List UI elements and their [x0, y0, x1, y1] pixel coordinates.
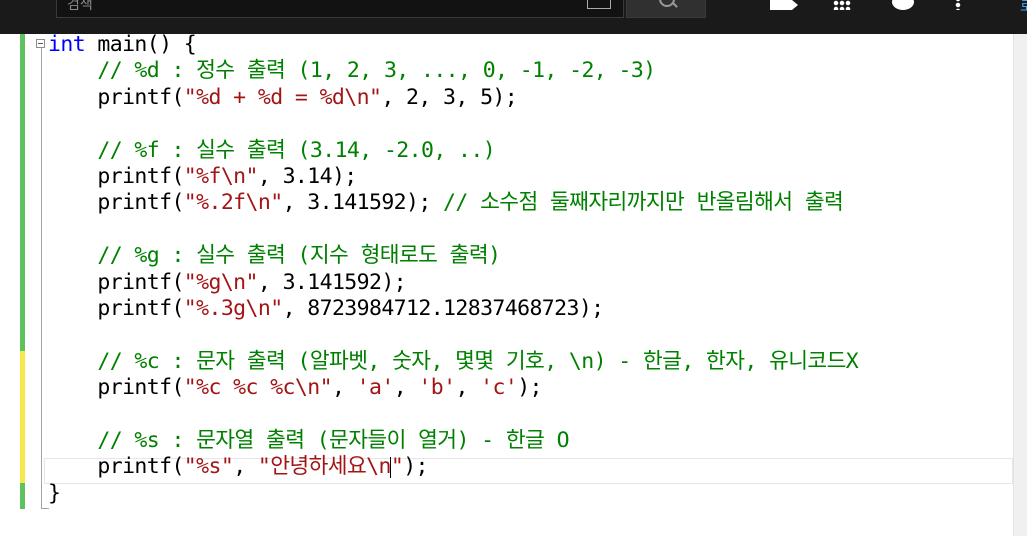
code-token: ,	[233, 454, 258, 480]
code-line[interactable]: printf("%f\n", 3.14);	[48, 164, 357, 190]
code-token: printf(	[48, 269, 184, 295]
code-line[interactable]: // %c : 문자 출력 (알파벳, 숫자, 몇몇 기호, \n) - 한글,…	[48, 349, 858, 375]
search-icon	[659, 0, 675, 7]
create-video-icon[interactable]	[770, 0, 798, 10]
code-token: printf(	[48, 375, 184, 401]
code-token: , 3.141592);	[282, 190, 444, 216]
code-token: , 3.141592);	[257, 269, 407, 295]
collapse-toggle-icon[interactable]	[36, 39, 45, 48]
code-line[interactable]: printf("%.3g\n", 8723984712.12837468723)…	[48, 296, 604, 322]
code-token: printf(	[48, 84, 184, 110]
code-line[interactable]: printf("%c %c %c\n", 'a', 'b', 'c');	[48, 375, 542, 401]
vertical-scrollbar[interactable]	[1013, 34, 1027, 536]
change-marker	[20, 350, 25, 483]
outline-end-tick	[41, 508, 49, 509]
string-token: "%d + %d = %d\n"	[183, 84, 382, 110]
code-token: ,	[455, 375, 481, 401]
code-line[interactable]: printf("%g\n", 3.141592);	[48, 270, 406, 296]
string-token: "안녕하세요\n	[257, 454, 392, 480]
comment-token: // %g : 실수 출력 (지수 형태로도 출력)	[48, 243, 501, 269]
code-token: main() {	[85, 32, 197, 57]
string-token: "	[390, 454, 404, 480]
outline-guide-line	[41, 48, 42, 508]
string-token: "%.2f\n"	[183, 190, 283, 216]
comment-token: // 소수점 둘째자리까지만 반올림해서 출력	[443, 190, 844, 216]
code-line[interactable]: printf("%s", "안녕하세요\n");	[48, 454, 428, 480]
keyboard-icon[interactable]	[587, 0, 611, 9]
code-line[interactable]: // %s : 문자열 출력 (문자들이 열거) - 한글 O	[48, 428, 569, 454]
code-token: printf(	[48, 454, 184, 480]
change-marker	[20, 34, 25, 351]
code-token: printf(	[48, 190, 184, 216]
string-token: 'a'	[356, 375, 395, 401]
code-line[interactable]: // %d : 정수 출력 (1, 2, 3, ..., 0, -1, -2, …	[48, 58, 656, 84]
change-marker	[20, 482, 25, 510]
search-input[interactable]: 검색	[56, 0, 624, 18]
code-token: );	[517, 375, 542, 401]
string-token: "%g\n"	[183, 269, 259, 295]
string-token: "%.3g\n"	[183, 296, 283, 321]
code-token: printf(	[48, 296, 184, 321]
string-token: "%f\n"	[183, 164, 259, 189]
code-line[interactable]: // %f : 실수 출력 (3.14, -2.0, ..)	[48, 138, 495, 164]
code-token: , 8723984712.12837468723);	[282, 296, 605, 321]
string-token: "%c %c %c\n"	[183, 375, 333, 401]
code-token: printf(	[48, 164, 184, 189]
code-line[interactable]: int main() {	[48, 32, 197, 58]
code-line[interactable]: printf("%d + %d = %d\n", 2, 3, 5);	[48, 85, 517, 111]
code-token: ,	[331, 375, 357, 401]
code-token: , 2, 3, 5);	[381, 84, 518, 110]
string-token: 'b'	[418, 375, 456, 401]
search-button[interactable]	[626, 0, 706, 18]
comment-token: // %c : 문자 출력 (알파벳, 숫자, 몇몇 기호, \n) - 한글,…	[48, 348, 859, 374]
string-token: 'c'	[480, 375, 518, 401]
apps-grid-icon[interactable]	[833, 0, 851, 10]
messages-icon[interactable]	[892, 0, 914, 10]
code-line[interactable]: }	[48, 480, 61, 507]
string-token: "%s"	[183, 454, 234, 480]
keyword-token: int	[48, 32, 86, 57]
code-token: , 3.14);	[257, 164, 357, 189]
more-options-icon[interactable]	[955, 0, 961, 10]
sign-in-link[interactable]: 로	[1020, 0, 1027, 16]
code-line[interactable]: // %g : 실수 출력 (지수 형태로도 출력)	[48, 243, 501, 269]
code-token: }	[48, 480, 61, 506]
code-token: );	[403, 454, 428, 480]
editor-gutter	[0, 34, 18, 536]
video-player-top-bar: 검색 로	[0, 0, 1027, 34]
comment-token: // %f : 실수 출력 (3.14, -2.0, ..)	[48, 137, 496, 163]
comment-token: // %s : 문자열 출력 (문자들이 열거) - 한글 O	[48, 428, 569, 453]
code-editor[interactable]: int main() { // %d : 정수 출력 (1, 2, 3, ...…	[0, 32, 1013, 536]
code-token: ,	[393, 375, 419, 401]
code-line[interactable]: printf("%.2f\n", 3.141592); // 소수점 둘째자리까…	[48, 190, 843, 216]
comment-token: // %d : 정수 출력 (1, 2, 3, ..., 0, -1, -2, …	[48, 58, 656, 84]
